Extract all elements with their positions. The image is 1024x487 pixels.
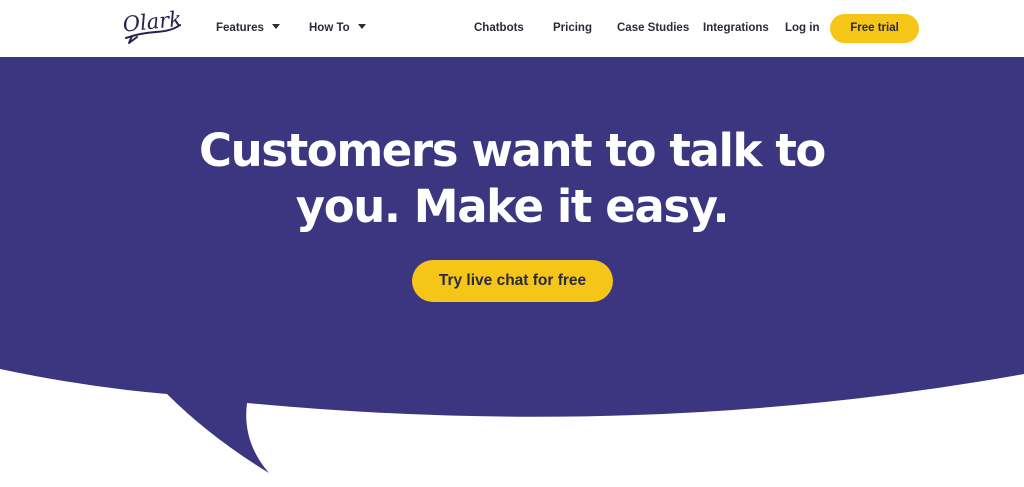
nav-features-label: Features [216,22,264,34]
chevron-down-icon [357,24,366,30]
free-trial-button[interactable]: Free trial [830,14,919,43]
nav-howto[interactable]: How To [309,20,366,38]
nav-case-studies[interactable]: Case Studies [617,20,689,38]
nav-features[interactable]: Features [216,20,280,38]
nav-chatbots[interactable]: Chatbots [474,20,524,38]
nav-integrations[interactable]: Integrations [703,20,769,38]
hero-headline: Customers want to talk to you. Make it e… [0,123,1024,235]
nav-login[interactable]: Log in [785,20,820,38]
nav-howto-label: How To [309,22,350,34]
top-navbar: Olark Features How To Chatbots Pricing C… [0,0,1024,57]
olark-logo[interactable]: Olark [120,5,184,47]
chevron-down-icon [271,24,280,30]
try-live-chat-button[interactable]: Try live chat for free [412,260,613,302]
headline-line-2: you. Make it easy. [295,180,730,233]
hero-section: Customers want to talk to you. Make it e… [0,57,1024,487]
headline-line-1: Customers want to talk to [199,124,826,177]
olark-logo-icon: Olark [122,7,183,44]
nav-pricing[interactable]: Pricing [553,20,592,38]
